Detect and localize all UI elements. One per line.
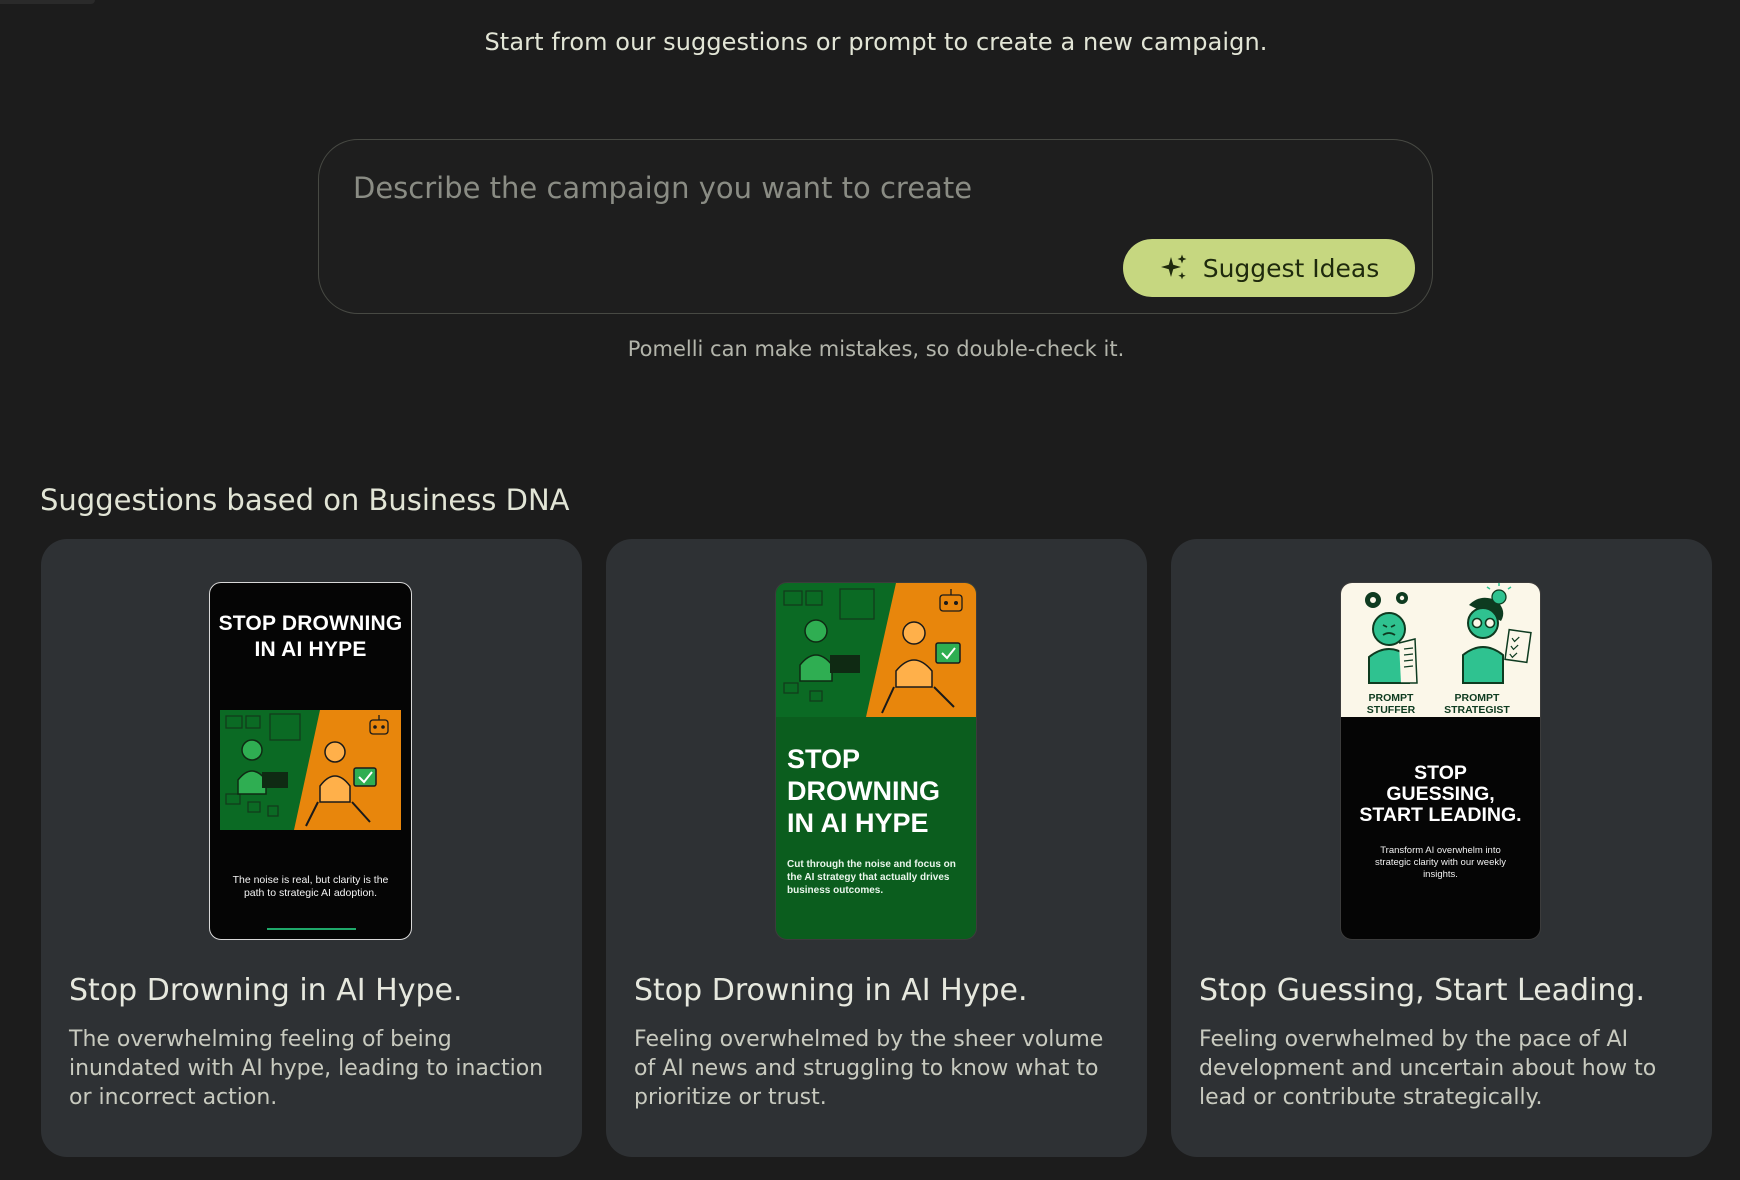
poster-headline: STOP GUESSING, START LEADING.: [1359, 762, 1522, 826]
top-edge-shadow: [0, 0, 95, 4]
suggestion-card[interactable]: STOP DROWNING IN AI HYPE The noise is re…: [41, 539, 582, 1157]
poster-caption: Transform AI overwhelm into strategic cl…: [1375, 845, 1506, 880]
suggestion-description: Feeling overwhelmed by the sheer volume …: [634, 1027, 1104, 1110]
poster-illustration: [776, 583, 976, 717]
suggest-ideas-button[interactable]: Suggest Ideas: [1123, 239, 1415, 297]
page: Start from our suggestions or prompt to …: [0, 0, 1740, 1180]
poster-headline: STOP DROWNING IN AI HYPE: [218, 612, 403, 661]
suggestion-card[interactable]: PROMPT STUFFER PROMPT STRATEGIST STOP GU…: [1171, 539, 1712, 1157]
poster-headline: STOP DROWNING IN AI HYPE: [787, 744, 940, 838]
campaign-prompt-box[interactable]: Suggest Ideas: [318, 139, 1433, 314]
poster-accent-bar: [267, 928, 356, 930]
suggestions-heading: Suggestions based on Business DNA: [40, 483, 570, 517]
poster-caption: Cut through the noise and focus on the A…: [787, 859, 956, 896]
suggestion-card[interactable]: STOP DROWNING IN AI HYPE Cut through the…: [606, 539, 1147, 1157]
suggestion-title: Stop Drowning in AI Hype.: [69, 973, 463, 1008]
disclaimer-text: Pomelli can make mistakes, so double-che…: [627, 337, 1125, 361]
campaign-poster-thumbnail: STOP DROWNING IN AI HYPE Cut through the…: [775, 582, 977, 940]
poster-label-right: PROMPT STRATEGIST: [1444, 692, 1510, 716]
campaign-poster-thumbnail: PROMPT STUFFER PROMPT STRATEGIST STOP GU…: [1340, 582, 1541, 940]
suggestion-description: Feeling overwhelmed by the pace of AI de…: [1199, 1027, 1657, 1110]
suggestion-title: Stop Guessing, Start Leading.: [1199, 973, 1646, 1008]
intro-text: Start from our suggestions or prompt to …: [484, 28, 1268, 56]
sparkle-icon: [1159, 253, 1189, 283]
poster-illustration: PROMPT STUFFER PROMPT STRATEGIST: [1341, 583, 1540, 717]
suggest-ideas-label: Suggest Ideas: [1202, 253, 1380, 283]
poster-label-left: PROMPT STUFFER: [1366, 692, 1416, 716]
suggestion-title: Stop Drowning in AI Hype.: [634, 973, 1028, 1008]
suggestion-description: The overwhelming feeling of being inunda…: [69, 1027, 544, 1110]
campaign-poster-thumbnail: STOP DROWNING IN AI HYPE The noise is re…: [209, 582, 412, 940]
poster-illustration: [220, 710, 401, 830]
poster-caption: The noise is real, but clarity is the pa…: [232, 874, 389, 899]
campaign-prompt-input[interactable]: [351, 170, 1255, 206]
